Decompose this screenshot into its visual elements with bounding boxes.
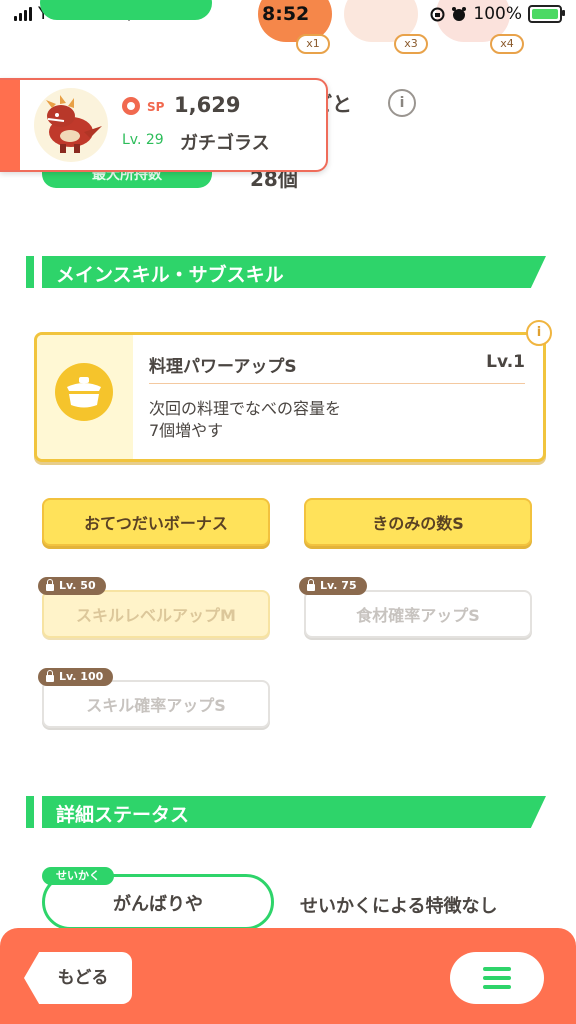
skills-section-header: メインスキル・サブスキル — [26, 256, 546, 288]
pokemon-level: Lv. 29 — [122, 132, 164, 148]
alarm-icon — [452, 7, 467, 21]
menu-button[interactable] — [450, 952, 544, 1004]
status-bar-right: 100% — [430, 4, 565, 24]
battery-percent: 100% — [473, 4, 522, 24]
sp-label: SP — [147, 100, 165, 114]
details-section-header: 詳細ステータス — [26, 796, 546, 828]
menu-icon — [483, 967, 511, 971]
nature-effect: せいかくによる特徴なし — [300, 896, 498, 917]
berry-count: x1 — [296, 34, 330, 54]
sub-skill-helping-bonus[interactable]: おてつだいボーナス — [42, 498, 270, 546]
unlock-level-badge: Lv. 50 — [38, 577, 106, 595]
berry-count: x4 — [490, 34, 524, 54]
pokemon-avatar — [34, 88, 108, 162]
sub-skill-berry-count[interactable]: きのみの数S — [304, 498, 532, 546]
divider — [149, 383, 525, 384]
details-section-title: 詳細ステータス — [56, 804, 190, 826]
sub-skill-ingredient-finder[interactable]: 食材確率アップS — [304, 590, 532, 638]
sp-value: 1,629 — [174, 93, 241, 117]
battery-icon — [528, 5, 565, 23]
signal-icon — [14, 7, 32, 21]
pokemon-name: ガチゴラス — [180, 133, 270, 154]
main-skill-description: 次回の料理でなべの容量を 7個増やす — [149, 399, 342, 440]
berry-count: x3 — [394, 34, 428, 54]
sub-skill-skill-trigger[interactable]: スキル確率アップS — [42, 680, 270, 728]
card-accent-stripe — [0, 80, 20, 170]
main-skill-card[interactable]: 料理パワーアップS Lv.1 次回の料理でなべの容量を 7個増やす — [34, 332, 546, 462]
unlock-level-badge: Lv. 100 — [38, 668, 114, 686]
tyrantrum-icon — [46, 95, 102, 153]
nature-tag: せいかく — [42, 867, 114, 885]
main-skill-name: 料理パワーアップS — [149, 357, 297, 377]
lock-icon — [307, 579, 315, 591]
lock-icon — [46, 670, 54, 682]
pokemon-summary-card: SP 1,629 Lv. 29 ガチゴラス — [0, 78, 328, 172]
sub-skill-skill-level-up[interactable]: スキルレベルアップM — [42, 590, 270, 638]
info-icon[interactable]: i — [388, 89, 416, 117]
cooking-pot-icon — [55, 363, 113, 421]
skills-section-title: メインスキル・サブスキル — [56, 264, 284, 286]
orientation-lock-icon — [430, 7, 445, 21]
lock-icon — [46, 579, 54, 591]
top-section-pill — [40, 0, 212, 20]
pokeball-icon — [122, 97, 140, 115]
main-skill-level: Lv.1 — [486, 352, 525, 372]
status-time: 8:52 — [262, 3, 310, 25]
skill-info-icon[interactable]: i — [526, 320, 552, 346]
unlock-level-badge: Lv. 75 — [299, 577, 367, 595]
back-button[interactable]: もどる — [24, 952, 132, 1004]
